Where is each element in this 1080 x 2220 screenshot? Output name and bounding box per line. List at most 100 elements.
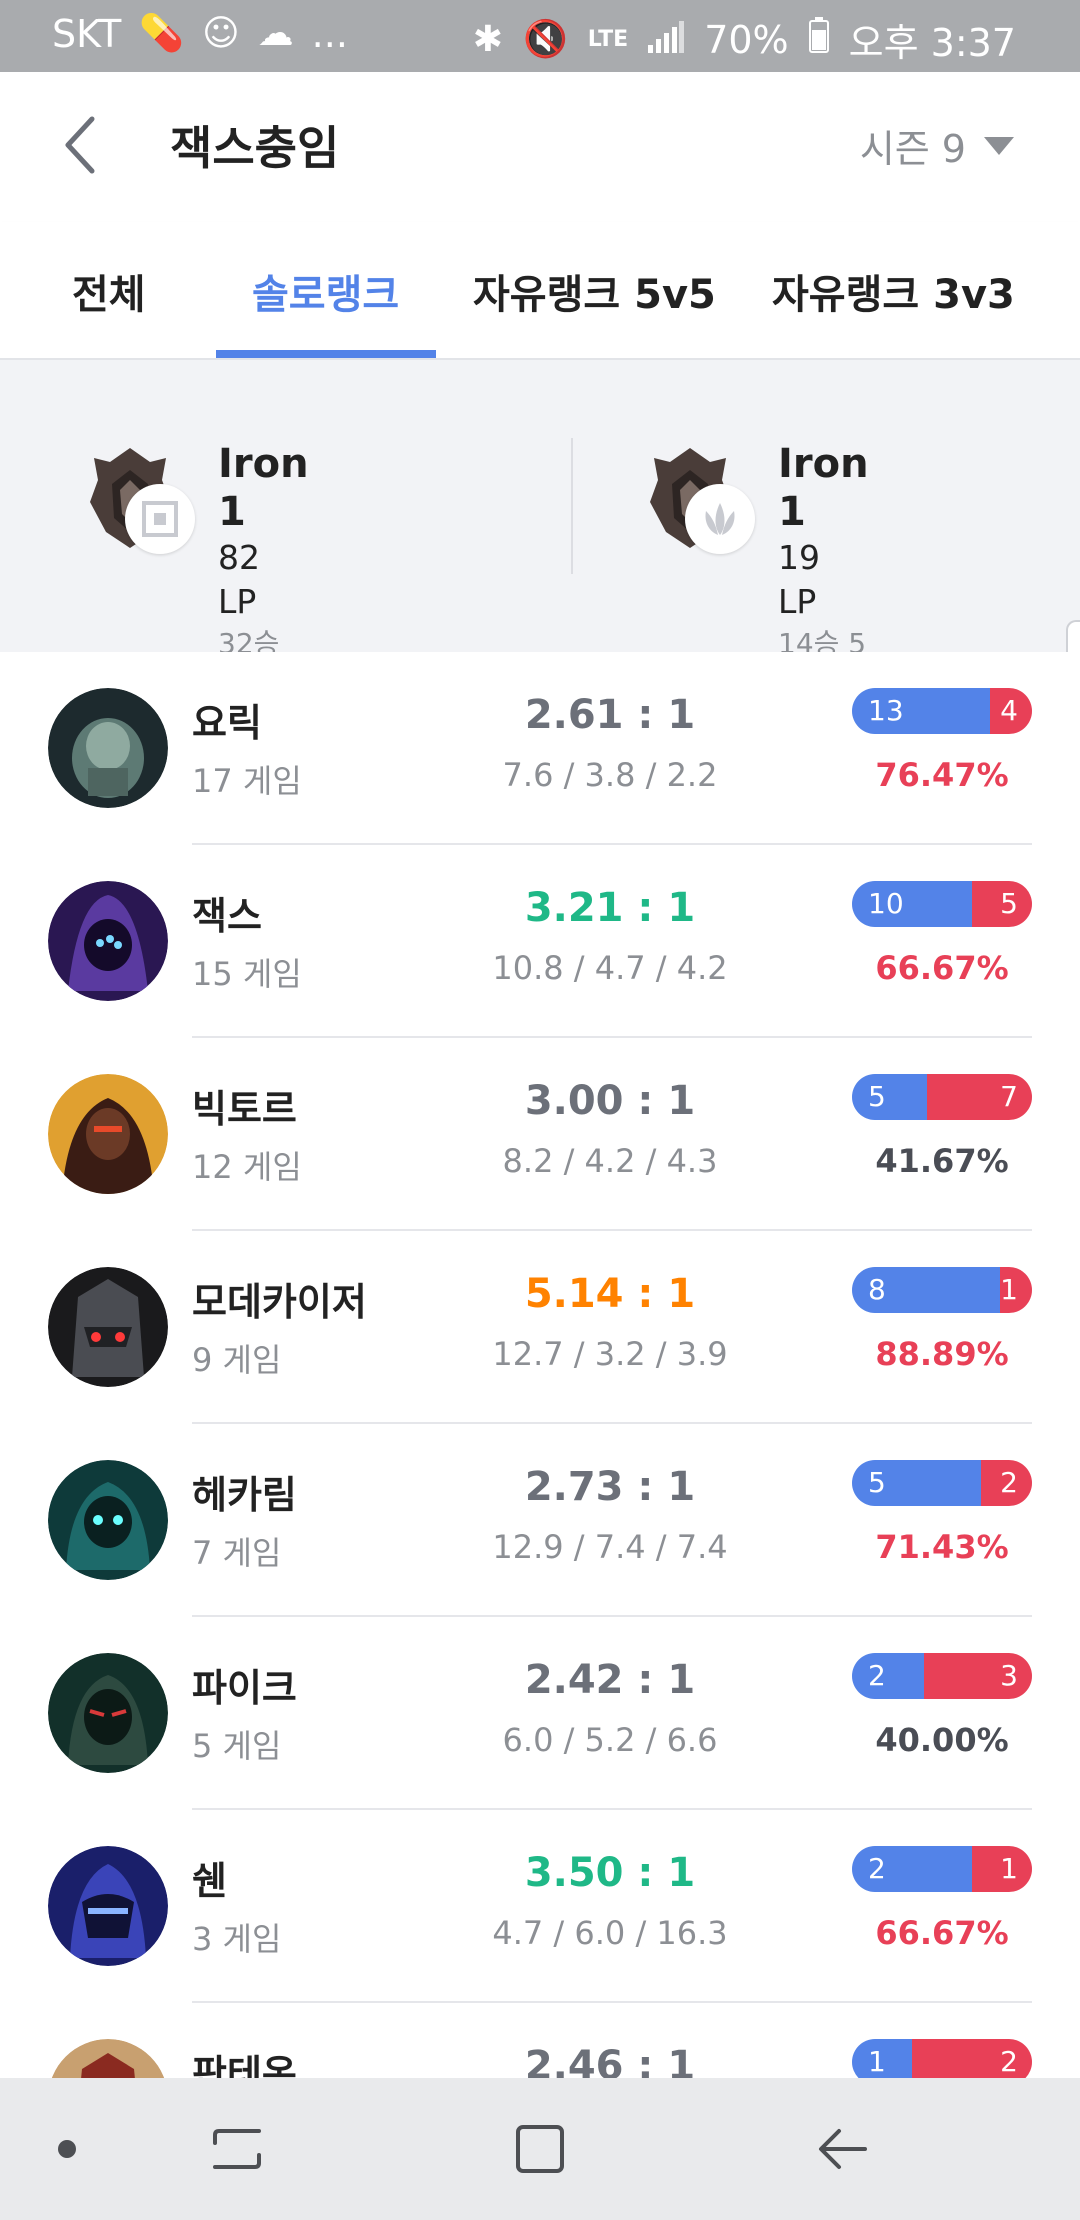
champion-row[interactable]: 요릭 17 게임 2.61 : 1 7.6 / 3.8 / 2.2 13 4 7…: [0, 652, 1080, 845]
kda-ratio: 2.61 : 1: [524, 692, 696, 738]
dropdown-arrow-icon: [984, 136, 1014, 155]
tab-solo-rank[interactable]: 솔로랭크: [252, 262, 399, 320]
champion-name: 판테온: [192, 2052, 297, 2078]
win-rate: 71.43%: [875, 1528, 1009, 1566]
champion-row[interactable]: 쉔 3 게임 3.50 : 1 4.7 / 6.0 / 16.3 2 1 66.…: [0, 1810, 1080, 2003]
losses-segment: 2: [912, 2039, 1032, 2078]
win-rate: 88.89%: [875, 1335, 1009, 1373]
wins-segment: 8: [852, 1267, 1001, 1313]
champion-name: 쉔: [192, 1859, 227, 1903]
losses-segment: 5: [972, 881, 1032, 927]
champion-name: 파이크: [192, 1666, 297, 1710]
active-tab-indicator: [216, 350, 436, 358]
carrier-label: SKT: [52, 12, 122, 56]
kda-ratio: 2.73 : 1: [524, 1464, 696, 1510]
back-button[interactable]: [50, 110, 110, 180]
games-played: 9 게임: [192, 1341, 282, 1379]
clock: 오후 3:37: [848, 21, 1016, 65]
tab-flex-5v5[interactable]: 자유랭크 5v5: [473, 262, 716, 320]
tab-flex-3v3[interactable]: 자유랭크 3v3: [772, 262, 1015, 320]
champion-stats-list: 요릭 17 게임 2.61 : 1 7.6 / 3.8 / 2.2 13 4 7…: [0, 652, 1080, 2078]
solo-queue-badge: [125, 484, 195, 554]
champion-avatar: [48, 2039, 168, 2078]
win-loss-bar: 1 2: [852, 2039, 1032, 2078]
champion-row[interactable]: 헤카림 7 게임 2.73 : 1 12.9 / 7.4 / 7.4 5 2 7…: [0, 1424, 1080, 1617]
kda-ratio: 2.42 : 1: [524, 1657, 696, 1703]
flex-queue-badge: [685, 484, 755, 554]
rank-summary: Iron 1 82 LP 32승 18패 (64%) Iron 1 19 LP …: [0, 360, 1080, 740]
kda-average: 6.0 / 5.2 / 6.6: [502, 1721, 718, 1759]
champion-row[interactable]: 잭스 15 게임 3.21 : 1 10.8 / 4.7 / 4.2 10 5 …: [0, 845, 1080, 1038]
champion-row[interactable]: 판테온 2.46 : 1 1 2: [0, 2003, 1080, 2078]
solo-queue-icon: [142, 501, 178, 537]
more-notifications: ...: [311, 12, 348, 56]
win-rate: 41.67%: [875, 1142, 1009, 1180]
champion-avatar: [48, 1846, 168, 1966]
app-notification-icon: ☺: [202, 13, 240, 54]
season-selector[interactable]: 시즌 9: [860, 118, 1014, 173]
kda-average: 8.2 / 4.2 / 4.3: [502, 1142, 718, 1180]
wins-segment: 10: [852, 881, 972, 927]
kda-average: 12.9 / 7.4 / 7.4: [492, 1528, 728, 1566]
losses-segment: 2: [980, 1460, 1032, 1506]
system-back-button[interactable]: [808, 2114, 878, 2184]
champion-row[interactable]: 파이크 5 게임 2.42 : 1 6.0 / 5.2 / 6.6 2 3 40…: [0, 1617, 1080, 1810]
battery-level: 70%: [704, 17, 789, 62]
bluetooth-icon: ✱: [472, 18, 503, 60]
rank-tier: Iron 1: [778, 441, 869, 535]
kda-ratio: 2.46 : 1: [524, 2043, 696, 2078]
tab-all[interactable]: 전체: [72, 262, 146, 320]
win-rate: 76.47%: [875, 756, 1009, 794]
games-played: 15 게임: [192, 955, 302, 993]
win-loss-bar: 8 1: [852, 1267, 1032, 1313]
kda-ratio: 3.21 : 1: [524, 885, 696, 931]
losses-segment: 4: [989, 688, 1032, 734]
champion-avatar: [48, 1653, 168, 1773]
losses-segment: 3: [924, 1653, 1032, 1699]
champion-row[interactable]: 모데카이저 9 게임 5.14 : 1 12.7 / 3.2 / 3.9 8 1…: [0, 1231, 1080, 1424]
champion-avatar: [48, 1267, 168, 1387]
mute-icon: 🔇: [522, 18, 568, 60]
wins-segment: 13: [852, 688, 990, 734]
page-title: 잭스충임: [170, 121, 340, 175]
champion-avatar: [48, 881, 168, 1001]
kda-average: 12.7 / 3.2 / 3.9: [492, 1335, 728, 1373]
win-rate: 40.00%: [875, 1721, 1009, 1759]
champion-name: 잭스: [192, 894, 262, 938]
network-type: LTE: [587, 26, 629, 52]
wins-segment: 2: [852, 1653, 924, 1699]
cloud-icon: ☁: [257, 13, 294, 54]
champion-row[interactable]: 빅토르 12 게임 3.00 : 1 8.2 / 4.2 / 4.3 5 7 4…: [0, 1038, 1080, 1231]
status-bar: SKT 💊 ☺ ☁ ... ✱ 🔇 LTE 70% 오후 3:37: [0, 0, 1080, 72]
rank-lp: 82 LP: [218, 538, 260, 621]
home-icon: [516, 2125, 564, 2173]
win-loss-bar: 13 4: [852, 688, 1032, 734]
champion-name: 모데카이저: [192, 1280, 367, 1324]
queue-tabs: 전체 솔로랭크 자유랭크 5v5 자유랭크 3v3: [0, 222, 1080, 360]
win-loss-bar: 5 2: [852, 1460, 1032, 1506]
battery-icon: [808, 17, 829, 62]
win-loss-bar: 5 7: [852, 1074, 1032, 1120]
nav-dot-indicator: [58, 2140, 76, 2158]
win-rate: 66.67%: [875, 1914, 1009, 1952]
wins-segment: 5: [852, 1460, 981, 1506]
champion-avatar: [48, 1074, 168, 1194]
champion-avatar: [48, 688, 168, 808]
win-loss-bar: 10 5: [852, 881, 1032, 927]
home-button[interactable]: [505, 2114, 575, 2184]
wins-segment: 2: [852, 1846, 972, 1892]
wins-segment: 1: [852, 2039, 912, 2078]
season-label: 시즌 9: [859, 127, 966, 171]
champion-name: 헤카림: [192, 1473, 297, 1517]
recent-apps-icon: [213, 2129, 261, 2169]
champion-name: 요릭: [192, 701, 262, 745]
losses-segment: 7: [927, 1074, 1032, 1120]
games-played: 5 게임: [192, 1727, 282, 1765]
recent-apps-button[interactable]: [202, 2114, 272, 2184]
rank-lp: 19 LP: [778, 538, 820, 621]
chevron-left-icon: [65, 116, 95, 174]
losses-segment: 1: [972, 1846, 1032, 1892]
pill-icon: 💊: [139, 13, 185, 54]
champion-name: 빅토르: [192, 1087, 297, 1131]
back-arrow-icon: [819, 2129, 867, 2169]
